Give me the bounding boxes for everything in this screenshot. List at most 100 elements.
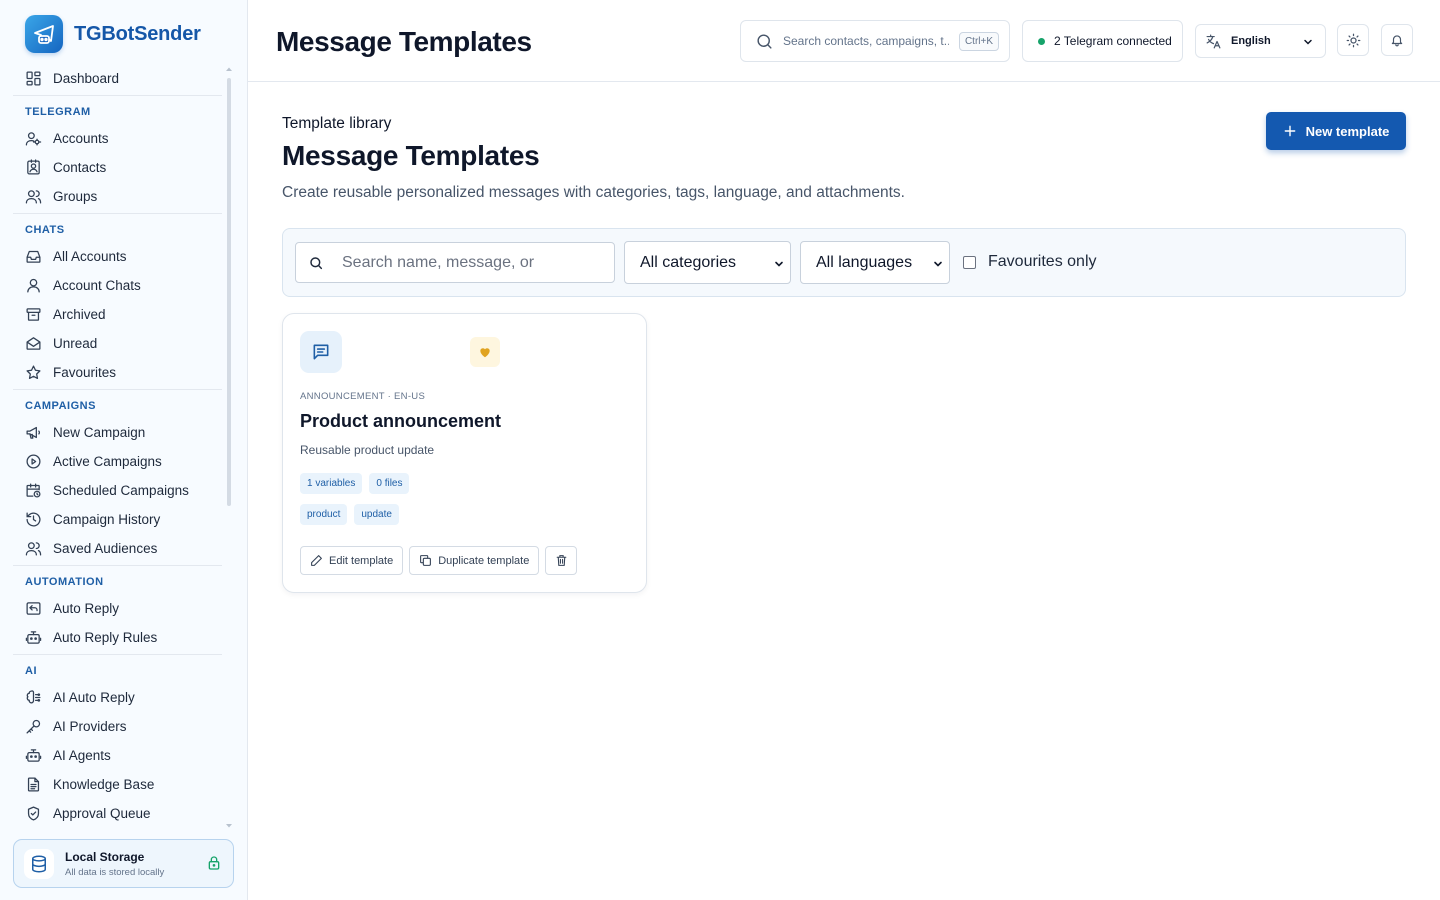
scroll-up-icon[interactable] xyxy=(224,65,234,73)
sidebar-item-unread[interactable]: Unread xyxy=(13,329,222,358)
sun-icon xyxy=(1346,33,1360,47)
sidebar-item-label: Unread xyxy=(53,336,98,351)
sidebar-item-scheduled-campaigns[interactable]: Scheduled Campaigns xyxy=(13,476,222,505)
scroll-down-icon[interactable] xyxy=(224,822,234,830)
bell-icon xyxy=(1391,35,1403,47)
language-filter-select[interactable]: All languages xyxy=(800,241,950,284)
sidebar-item-label: Approval Queue xyxy=(53,806,151,821)
reply-icon xyxy=(26,602,41,615)
archive-icon xyxy=(26,308,41,321)
users-icon xyxy=(25,542,42,556)
theme-toggle-button[interactable] xyxy=(1337,24,1369,56)
notifications-button[interactable] xyxy=(1381,24,1413,56)
sidebar-item-auto-reply[interactable]: Auto Reply xyxy=(13,594,222,623)
page-eyebrow: Template library xyxy=(282,115,392,132)
local-storage-card: Local Storage All data is stored locally xyxy=(13,839,234,888)
sidebar-item-approval-queue[interactable]: Approval Queue xyxy=(13,799,222,828)
search-icon xyxy=(310,256,323,269)
telegram-status[interactable]: 2 Telegram connected xyxy=(1022,20,1183,62)
plus-icon xyxy=(1284,125,1295,137)
template-description: Reusable product update xyxy=(300,443,435,457)
favourite-button[interactable] xyxy=(470,337,500,367)
sidebar-item-label: AI Agents xyxy=(53,748,111,763)
sidebar-item-label: Groups xyxy=(53,189,98,204)
edit-template-button[interactable]: Edit template xyxy=(300,546,404,575)
sidebar-item-label: Contacts xyxy=(53,160,107,175)
sidebar-item-new-campaign[interactable]: New Campaign xyxy=(13,418,222,447)
sidebar-item-label: Dashboard xyxy=(53,71,120,86)
template-meta: ANNOUNCEMENT · EN-US xyxy=(300,391,426,402)
sidebar-item-account-chats[interactable]: Account Chats xyxy=(13,271,222,300)
sidebar-item-campaign-history[interactable]: Campaign History xyxy=(13,505,222,534)
template-search-input[interactable] xyxy=(342,253,602,272)
brand[interactable]: TGBotSender xyxy=(25,15,201,53)
shield-check-icon xyxy=(27,806,40,821)
sidebar-item-ai-auto-reply[interactable]: AI Auto Reply xyxy=(13,683,222,712)
sidebar-item-label: All Accounts xyxy=(53,249,127,264)
chevron-down-icon xyxy=(1304,39,1312,45)
sidebar-item-label: AI Auto Reply xyxy=(53,690,135,705)
delete-template-button[interactable] xyxy=(545,546,578,575)
main-content: Template library Message Templates Creat… xyxy=(248,82,1440,900)
sidebar-item-active-campaigns[interactable]: Active Campaigns xyxy=(13,447,222,476)
sidebar: TGBotSender Dashboard TELEGRAM Accounts … xyxy=(0,0,248,900)
header-title: Message Templates xyxy=(276,26,532,57)
global-search-placeholder: Search contacts, campaigns, t... xyxy=(783,34,949,48)
section-label-campaigns: CAMPAIGNS xyxy=(25,400,96,412)
calendar-clock-icon xyxy=(26,483,41,498)
sidebar-item-label: Saved Audiences xyxy=(53,541,158,556)
duplicate-template-label: Duplicate template xyxy=(438,554,530,567)
sidebar-item-label: Favourites xyxy=(53,365,117,380)
users-icon xyxy=(25,190,42,204)
storage-title: Local Storage xyxy=(65,849,145,864)
template-stats: 1 variables 0 files xyxy=(300,473,416,494)
sidebar-item-favourites[interactable]: Favourites xyxy=(13,358,222,387)
sidebar-item-groups[interactable]: Groups xyxy=(13,182,222,211)
star-icon xyxy=(26,365,41,380)
sidebar-item-dashboard[interactable]: Dashboard xyxy=(13,64,222,93)
heart-icon xyxy=(480,348,490,358)
category-select-value: All categories xyxy=(640,253,737,271)
page-title: Message Templates xyxy=(282,140,540,171)
chevron-down-icon xyxy=(934,261,942,267)
storage-subtitle: All data is stored locally xyxy=(65,866,165,878)
sidebar-item-archived[interactable]: Archived xyxy=(13,300,222,329)
sidebar-item-ai-agents[interactable]: AI Agents xyxy=(13,741,222,770)
section-label-chats: CHATS xyxy=(25,224,65,236)
favourites-checkbox[interactable] xyxy=(963,255,976,269)
sidebar-item-knowledge-base[interactable]: Knowledge Base xyxy=(13,770,222,799)
play-circle-icon xyxy=(26,454,41,469)
sidebar-item-accounts[interactable]: Accounts xyxy=(13,124,222,153)
file-text-icon xyxy=(27,777,40,792)
sidebar-item-contacts[interactable]: Contacts xyxy=(13,153,222,182)
app-name: TGBotSender xyxy=(74,22,201,45)
section-label-automation: AUTOMATION xyxy=(25,576,104,588)
sidebar-item-auto-reply-rules[interactable]: Auto Reply Rules xyxy=(13,623,222,652)
sidebar-item-label: Active Campaigns xyxy=(53,454,162,469)
sidebar-scrollbar[interactable] xyxy=(227,78,231,506)
user-key-icon xyxy=(25,132,42,146)
language-select[interactable]: English xyxy=(1195,24,1326,58)
copy-icon xyxy=(420,555,432,566)
sidebar-item-saved-audiences[interactable]: Saved Audiences xyxy=(13,534,222,563)
sidebar-item-label: Auto Reply Rules xyxy=(53,630,158,645)
history-icon xyxy=(26,512,41,527)
top-bar: Message Templates Search contacts, campa… xyxy=(248,0,1440,82)
sidebar-item-all-accounts[interactable]: All Accounts xyxy=(13,242,222,271)
global-search[interactable]: Search contacts, campaigns, t... Ctrl+K xyxy=(740,20,1010,62)
grid-icon xyxy=(26,71,41,86)
template-search[interactable] xyxy=(295,242,615,283)
status-dot xyxy=(1038,37,1045,45)
template-actions: Edit template Duplicate template xyxy=(300,546,583,575)
duplicate-template-button[interactable]: Duplicate template xyxy=(409,546,540,575)
sidebar-nav: Dashboard TELEGRAM Accounts Contacts Gro… xyxy=(13,64,222,832)
files-badge: 0 files xyxy=(369,473,410,494)
sidebar-item-ai-providers[interactable]: AI Providers xyxy=(13,712,222,741)
lock-icon xyxy=(208,856,220,870)
favourites-only-toggle[interactable]: Favourites only xyxy=(963,253,1097,271)
language-label: English xyxy=(1231,35,1271,47)
language-filter-value: All languages xyxy=(816,253,913,271)
new-template-button[interactable]: New template xyxy=(1266,112,1406,150)
category-select[interactable]: All categories xyxy=(624,241,791,284)
sidebar-item-label: Account Chats xyxy=(53,278,141,293)
